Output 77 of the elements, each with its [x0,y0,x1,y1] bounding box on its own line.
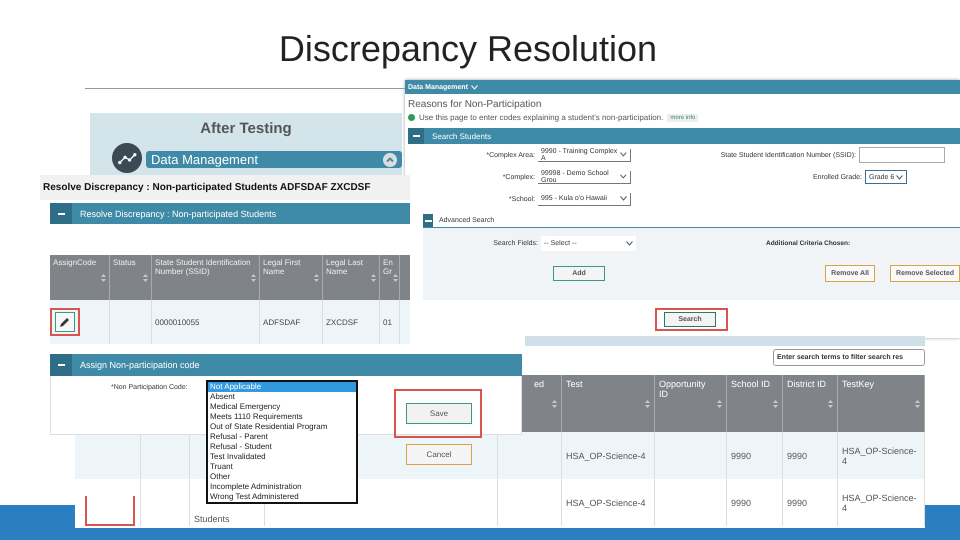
collapse-icon[interactable] [408,128,424,144]
column-header: Opportunity ID [659,379,707,399]
section-title: Resolve Discrepancy : Non-participated Students [80,208,276,218]
table-cell: HSA_OP-Science-4 [566,498,646,508]
pencil-icon [59,316,71,328]
sort-icon[interactable] [371,274,376,282]
column-header: TestKey [842,379,874,389]
table-cell: 9990 [787,498,808,508]
sort-icon[interactable] [717,400,722,408]
sort-icon[interactable] [645,400,650,408]
list-option[interactable]: Truant [208,462,356,472]
chevron-down-icon [620,174,627,179]
sort-icon[interactable] [552,400,557,408]
sort-icon[interactable] [773,400,778,408]
highlight-frame [85,496,135,526]
list-option[interactable]: Out of State Residential Program [208,422,356,432]
list-option[interactable]: Refusal - Parent [208,432,356,442]
column-header: ed [534,379,544,389]
table-cell: 9990 [731,450,752,460]
column-header: Legal Last Name [326,258,364,278]
sort-icon[interactable] [143,274,148,282]
chevron-down-icon [896,174,903,180]
collapse-icon[interactable] [423,214,433,227]
table-cell: ZXCDSF [326,318,358,326]
data-management-button[interactable]: Data Management [146,151,402,168]
column-header: Status [113,258,136,269]
table-cell: 9990 [731,498,752,508]
list-option[interactable]: Refusal - Student [208,442,356,452]
list-option[interactable]: Absent [208,392,356,402]
info-icon [408,114,415,121]
panel-title: After Testing [199,119,293,137]
chevron-down-icon [626,241,633,246]
list-option[interactable]: Test Invalidated [208,452,356,462]
table-cell-text: HSA_OP-Science-4 [842,492,918,512]
network-icon [112,143,142,173]
table-cell: ADFSDAF [263,318,300,326]
column-header: En Gr [383,258,393,278]
sort-icon[interactable] [828,400,833,408]
sort-icon[interactable] [101,274,106,282]
section-title: Assign Non-participation code [80,360,200,370]
table-cell: 9990 [787,450,808,460]
list-option[interactable]: Wrong Test Administered [208,492,356,502]
sort-icon[interactable] [314,274,319,282]
section-title: Search Students [432,132,492,140]
slide-title: Discrepancy Resolution [278,28,658,70]
collapse-icon[interactable] [50,354,72,376]
column-header: AssignCode [53,258,96,269]
table-cell: Students [194,514,230,524]
edit-button[interactable] [55,312,75,332]
table-cell: 01 [383,318,392,326]
column-header: Legal First Name [263,258,302,278]
column-header: School ID [731,379,770,389]
list-option[interactable]: Incomplete Administration [208,482,356,492]
sort-icon[interactable] [251,274,256,282]
sort-icon[interactable] [392,274,398,282]
dialog-title: Resolve Discrepancy : Non-participated Students ADFSDAF ZXCDSF [40,175,410,200]
code-listbox[interactable] [206,380,358,504]
page-heading: Reasons for Non-Participation [408,99,542,110]
chevron-down-icon [620,152,627,157]
table-cell: 0000010055 [155,318,200,326]
list-option[interactable]: Meets 1110 Requirements [208,412,356,422]
column-header: District ID [787,379,826,389]
chevron-down-icon[interactable] [470,84,478,90]
table-cell: HSA_OP-Science-4 [566,450,646,460]
save-button[interactable]: Save [406,403,472,424]
info-text: Use this page to enter codes explaining a student's non-participation. [419,113,664,122]
cancel-button[interactable]: Cancel [406,444,472,465]
list-option[interactable]: Medical Emergency [208,402,356,412]
collapse-icon[interactable] [50,203,72,224]
table-cell-text: HSA_OP-Science-4 [842,446,918,466]
column-header: Test [566,379,583,389]
chevron-up-icon [383,152,397,166]
sort-icon[interactable] [915,400,920,408]
list-option[interactable]: Other [208,472,356,482]
column-header: State Student Identification Number (SSID) [155,258,251,278]
ssid-input[interactable] [859,147,945,163]
chevron-down-icon [620,196,627,201]
